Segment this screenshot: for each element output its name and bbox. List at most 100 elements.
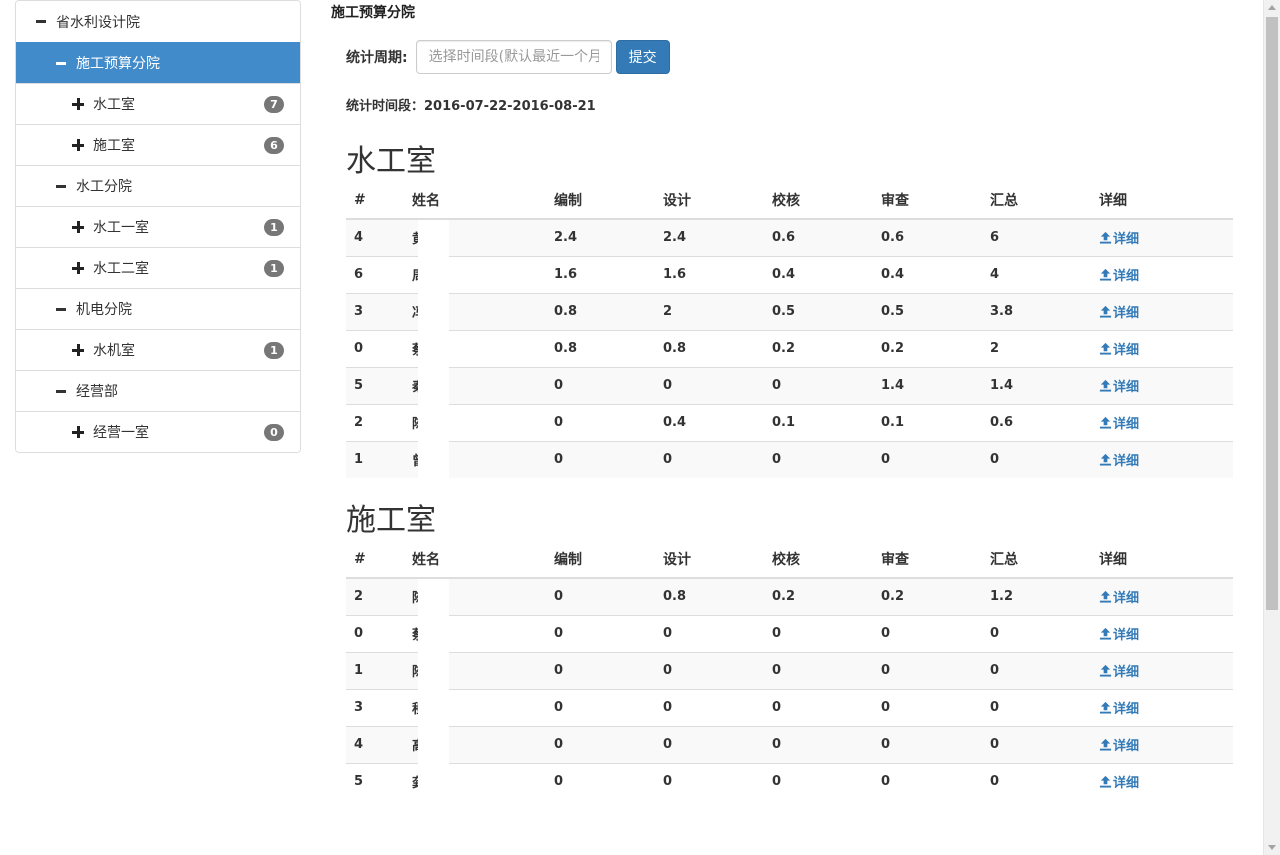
- tree-node[interactable]: 经营部: [16, 370, 300, 411]
- value-cell: 2: [982, 329, 1091, 367]
- expand-plus-icon[interactable]: [72, 344, 84, 356]
- tree-node[interactable]: 水工二室 1: [16, 247, 300, 288]
- detail-cell: 详细: [1091, 440, 1233, 478]
- redaction-mask: [418, 763, 449, 801]
- value-cell: 0.1: [873, 403, 982, 441]
- expand-plus-icon[interactable]: [72, 98, 84, 110]
- table-row: 2 陈0 0.8 0.2 0.2 1.2 详细: [346, 578, 1233, 616]
- detail-cell: 详细: [1091, 762, 1233, 800]
- count-badge: 1: [264, 342, 284, 359]
- collapse-minus-icon[interactable]: [36, 20, 46, 23]
- scroll-thumb[interactable]: [1266, 17, 1278, 610]
- period-filter: 统计周期: 提交: [346, 40, 670, 74]
- redaction-mask: [418, 367, 449, 405]
- tree-node[interactable]: 水工分院: [16, 165, 300, 206]
- name-cell: 周: [404, 255, 546, 294]
- detail-link[interactable]: 详细: [1099, 302, 1139, 321]
- value-cell: 0: [873, 725, 982, 763]
- value-cell: 2.4: [554, 230, 578, 246]
- value-cell: 0: [546, 614, 655, 652]
- value-cell: 0.6: [772, 230, 796, 246]
- expand-plus-icon[interactable]: [72, 262, 84, 274]
- column-header: 详细: [1091, 181, 1233, 220]
- value-cell: 1.4: [982, 366, 1091, 404]
- tree-node[interactable]: 水工一室 1: [16, 206, 300, 247]
- expand-plus-icon[interactable]: [72, 221, 84, 233]
- scroll-up-arrow-icon[interactable]: [1268, 5, 1276, 10]
- redaction-mask: [418, 293, 449, 331]
- collapse-minus-icon[interactable]: [56, 184, 66, 188]
- tree-node-label: 机电分院: [76, 302, 132, 318]
- detail-cell: 详细: [1091, 578, 1233, 615]
- upload-icon: [1099, 738, 1113, 751]
- tree-node[interactable]: 施工室 6: [16, 124, 300, 165]
- tree-node[interactable]: 施工预算分院: [16, 42, 300, 83]
- tree-node-label: 省水利设计院: [56, 14, 140, 31]
- period-label: 统计周期:: [346, 50, 408, 66]
- table-row: 5秦0001.41.4详细: [346, 366, 1233, 405]
- value-cell: 0: [982, 614, 1091, 652]
- detail-link[interactable]: 详细: [1099, 376, 1139, 395]
- detail-link[interactable]: 详细: [1099, 661, 1139, 680]
- value-cell: 0.5: [873, 292, 982, 330]
- row-index: 3: [346, 688, 404, 726]
- value-cell: 0: [764, 688, 873, 726]
- period-input[interactable]: [415, 40, 612, 74]
- name-cell: 蔡: [404, 614, 546, 653]
- tree-node[interactable]: 水工室 7: [16, 83, 300, 124]
- value-cell: 0.2: [772, 589, 796, 605]
- detail-link[interactable]: 详细: [1099, 265, 1139, 284]
- detail-link-label: 详细: [1113, 590, 1140, 606]
- org-tree: 省水利设计院施工预算分院 水工室 7 施工室 6 水工分院水工一室 1 水工二室 1 机电分院水机…: [15, 0, 301, 453]
- value-cell: 0.4: [655, 403, 764, 441]
- value-cell: 0.1: [764, 403, 873, 441]
- detail-link[interactable]: 详细: [1099, 772, 1139, 791]
- count-badge: 6: [264, 137, 284, 154]
- column-header: 汇总: [982, 540, 1091, 579]
- expand-plus-icon[interactable]: [72, 426, 84, 438]
- expand-plus-icon[interactable]: [72, 139, 84, 151]
- detail-link-label: 详细: [1113, 775, 1140, 791]
- period-text: 统计时间段：2016-07-22-2016-08-21: [346, 99, 596, 114]
- tree-node[interactable]: 水机室 1: [16, 329, 300, 370]
- detail-cell: 详细: [1091, 366, 1233, 404]
- value-cell: 0.5: [764, 292, 873, 330]
- tree-node[interactable]: 省水利设计院: [16, 1, 300, 42]
- table-row: 0蔡00000详细: [346, 614, 1233, 653]
- submit-button[interactable]: 提交: [615, 40, 670, 74]
- collapse-minus-icon[interactable]: [56, 389, 66, 393]
- value-cell: 0.4: [873, 255, 982, 293]
- detail-link[interactable]: 详细: [1099, 228, 1139, 247]
- value-cell: 0.8: [546, 292, 655, 330]
- detail-link[interactable]: 详细: [1099, 735, 1139, 754]
- upload-icon: [1099, 379, 1113, 392]
- detail-link[interactable]: 详细: [1099, 624, 1139, 643]
- value-cell: 0: [655, 366, 764, 404]
- name-cell: 高: [404, 725, 546, 764]
- count-badge: 1: [264, 260, 284, 277]
- detail-link[interactable]: 详细: [1099, 450, 1139, 469]
- value-cell: 0.6: [881, 230, 905, 246]
- tree-node-label: 水工室: [93, 97, 135, 113]
- tree-node-label: 水工分院: [76, 179, 132, 195]
- row-index: 5: [346, 366, 404, 404]
- scroll-down-arrow-icon[interactable]: [1268, 845, 1276, 850]
- column-header: 姓名: [404, 181, 546, 220]
- detail-link[interactable]: 详细: [1099, 698, 1139, 717]
- detail-link[interactable]: 详细: [1099, 587, 1139, 606]
- value-cell: 0.2: [873, 329, 982, 367]
- value-cell: 0: [873, 762, 982, 800]
- column-header: 设计: [655, 181, 764, 220]
- vertical-scrollbar[interactable]: [1263, 0, 1280, 855]
- detail-link[interactable]: 详细: [1099, 339, 1139, 358]
- detail-cell: 详细: [1091, 255, 1233, 293]
- collapse-minus-icon[interactable]: [56, 61, 66, 65]
- value-cell: 0: [655, 651, 764, 689]
- column-header: 校核: [764, 181, 873, 220]
- detail-link[interactable]: 详细: [1099, 413, 1139, 432]
- tree-node[interactable]: 经营一室 0: [16, 411, 300, 452]
- detail-link-label: 详细: [1113, 416, 1140, 432]
- tree-node[interactable]: 机电分院: [16, 288, 300, 329]
- collapse-minus-icon[interactable]: [56, 307, 66, 311]
- value-cell: 0: [982, 762, 1091, 800]
